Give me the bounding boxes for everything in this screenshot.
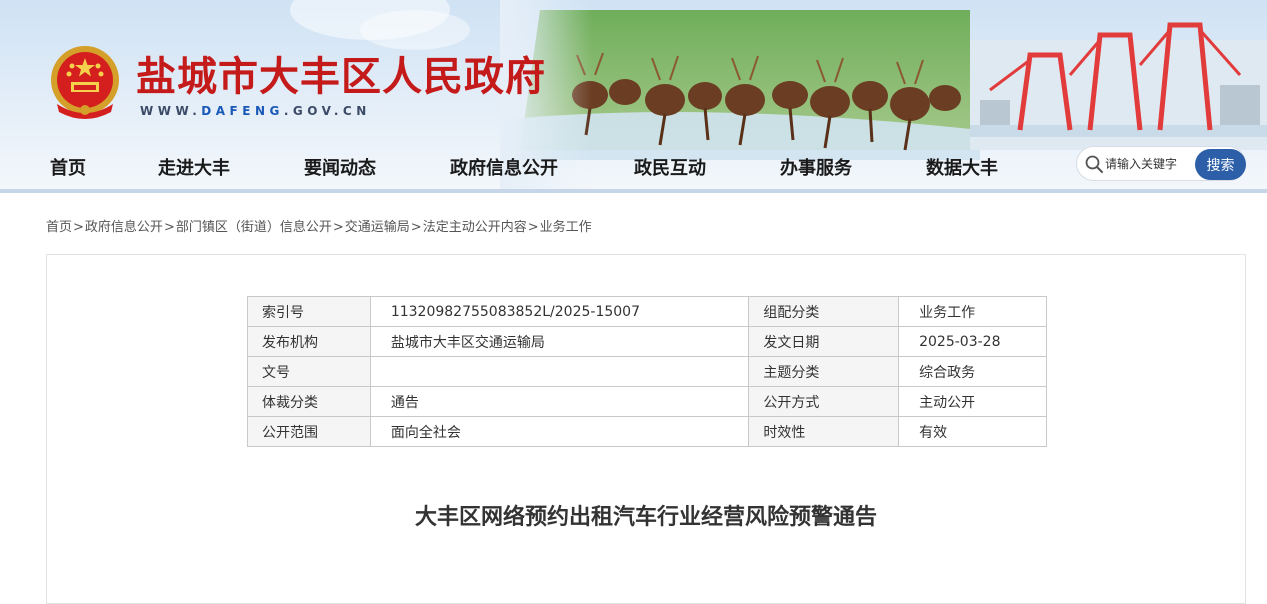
search-button[interactable]: 搜索 bbox=[1195, 149, 1246, 180]
meta-value: 有效 bbox=[898, 416, 1047, 447]
breadcrumb-separator: > bbox=[527, 220, 539, 235]
meta-value: 2025-03-28 bbox=[898, 326, 1047, 357]
nav-item-news[interactable]: 要闻动态 bbox=[304, 154, 376, 180]
article-title: 大丰区网络预约出租汽车行业经营风险预警通告 bbox=[414, 504, 877, 530]
nav-item-services[interactable]: 办事服务 bbox=[780, 154, 852, 180]
site-url: WWW.DAFENG.GOV.CN bbox=[140, 104, 371, 118]
meta-value: 通告 bbox=[369, 386, 750, 417]
meta-key: 体裁分类 bbox=[247, 386, 371, 417]
breadcrumb-separator: > bbox=[163, 220, 175, 235]
meta-key: 时效性 bbox=[748, 416, 900, 447]
document-meta-table: 索引号 11320982755083852L/2025-15007 组配分类 业… bbox=[247, 296, 1047, 447]
nav-item-data[interactable]: 数据大丰 bbox=[926, 154, 998, 180]
table-row: 索引号 11320982755083852L/2025-15007 组配分类 业… bbox=[247, 296, 1047, 327]
nav-item-interaction[interactable]: 政民互动 bbox=[634, 154, 706, 180]
breadcrumb-home[interactable]: 首页 bbox=[46, 220, 72, 235]
search-box: 搜索 bbox=[1076, 146, 1246, 181]
meta-value: 主动公开 bbox=[898, 386, 1047, 417]
site-url-domain: DAFENG bbox=[201, 104, 284, 118]
breadcrumb-transport-bureau[interactable]: 交通运输局 bbox=[345, 220, 410, 235]
search-icon bbox=[1085, 155, 1103, 173]
site-title: 盐城市大丰区人民政府 bbox=[136, 53, 546, 100]
national-emblem-icon bbox=[51, 46, 119, 119]
meta-value: 综合政务 bbox=[898, 356, 1047, 387]
table-row: 公开范围 面向全社会 时效性 有效 bbox=[247, 416, 1047, 447]
breadcrumb: 首页>政府信息公开>部门镇区（街道）信息公开>交通运输局>法定主动公开内容>业务… bbox=[46, 216, 592, 235]
meta-value: 盐城市大丰区交通运输局 bbox=[369, 326, 750, 357]
breadcrumb-separator: > bbox=[410, 220, 422, 235]
meta-value bbox=[369, 356, 750, 387]
breadcrumb-business-work[interactable]: 业务工作 bbox=[540, 220, 592, 235]
table-row: 文号 主题分类 综合政务 bbox=[247, 356, 1047, 387]
meta-key: 发文日期 bbox=[748, 326, 900, 357]
meta-value: 11320982755083852L/2025-15007 bbox=[369, 296, 750, 327]
meta-value: 面向全社会 bbox=[369, 416, 750, 447]
meta-key: 索引号 bbox=[247, 296, 371, 327]
meta-value: 业务工作 bbox=[898, 296, 1047, 327]
nav-item-about[interactable]: 走进大丰 bbox=[158, 154, 230, 180]
nav-item-home[interactable]: 首页 bbox=[50, 154, 86, 180]
meta-key: 主题分类 bbox=[748, 356, 900, 387]
meta-key: 文号 bbox=[247, 356, 371, 387]
nav-divider bbox=[0, 189, 1267, 193]
table-row: 发布机构 盐城市大丰区交通运输局 发文日期 2025-03-28 bbox=[247, 326, 1047, 357]
meta-key: 公开范围 bbox=[247, 416, 371, 447]
breadcrumb-departments[interactable]: 部门镇区（街道）信息公开 bbox=[176, 220, 332, 235]
breadcrumb-separator: > bbox=[73, 220, 84, 235]
search-input[interactable] bbox=[1105, 153, 1197, 175]
meta-key: 公开方式 bbox=[748, 386, 900, 417]
table-row: 体裁分类 通告 公开方式 主动公开 bbox=[247, 386, 1047, 417]
meta-key: 发布机构 bbox=[247, 326, 371, 357]
site-url-prefix: WWW. bbox=[140, 104, 202, 118]
breadcrumb-separator: > bbox=[332, 220, 344, 235]
nav-item-gov-info[interactable]: 政府信息公开 bbox=[450, 154, 558, 180]
article-card: 索引号 11320982755083852L/2025-15007 组配分类 业… bbox=[46, 254, 1246, 604]
meta-key: 组配分类 bbox=[748, 296, 900, 327]
site-url-suffix: .GOV.CN bbox=[283, 104, 371, 118]
breadcrumb-gov-info[interactable]: 政府信息公开 bbox=[85, 220, 163, 235]
breadcrumb-statutory-disclosure[interactable]: 法定主动公开内容 bbox=[423, 220, 527, 235]
